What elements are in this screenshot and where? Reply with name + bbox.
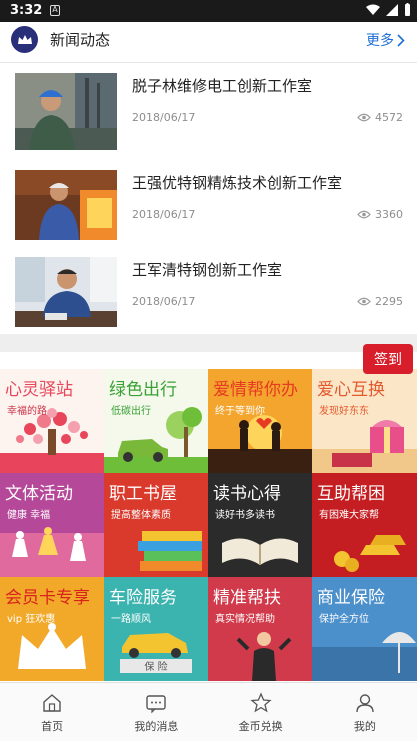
crown-logo-icon [11, 26, 38, 53]
user-icon [356, 694, 374, 713]
nav-item-home[interactable]: 首页 [0, 683, 104, 741]
svg-text:保 险: 保 险 [144, 660, 167, 673]
message-icon [146, 695, 167, 714]
nav-item-profile[interactable]: 我的 [313, 683, 417, 741]
more-label: 更多 [366, 33, 394, 49]
news-views: 2295 [357, 295, 403, 308]
news-date: 2018/06/17 [132, 111, 196, 124]
news-thumbnail [15, 170, 117, 240]
tile-worker-library[interactable]: 职工书屋 提高整体素质 [104, 473, 208, 577]
news-header: 新闻动态 更多 [0, 22, 417, 62]
tile-reading-notes[interactable]: 读书心得 读好书多读书 [208, 473, 312, 577]
tile-title: 车险服务 [109, 588, 177, 608]
tile-subtitle: 有困难大家帮 [319, 510, 379, 521]
tile-green-travel[interactable]: 绿色出行 低碳出行 [104, 369, 208, 473]
nav-label: 我的 [353, 720, 376, 733]
divider [0, 62, 417, 63]
tile-title: 文体活动 [5, 484, 73, 504]
tile-subtitle: 终于等到你 [215, 406, 265, 417]
tile-subtitle: 低碳出行 [111, 406, 151, 417]
tile-title: 绿色出行 [109, 380, 177, 400]
tile-member-card[interactable]: 会员卡专享 vip 狂欢惠 [0, 577, 104, 681]
news-item[interactable]: 王军清特钢创新工作室 2018/06/17 2295 [0, 257, 417, 344]
star-icon [250, 692, 272, 713]
tile-subtitle: 真实情况帮助 [215, 614, 275, 625]
eye-icon [357, 297, 371, 306]
tile-subtitle: 保护全方位 [319, 614, 369, 625]
tile-subtitle: 一路顺风 [111, 614, 151, 625]
news-section-title: 新闻动态 [50, 31, 111, 49]
view-count: 2295 [375, 295, 403, 308]
more-link[interactable]: 更多 [366, 30, 405, 50]
notification-icon: A [50, 5, 60, 16]
tile-subtitle: 健康 幸福 [7, 510, 51, 521]
tile-title: 互助帮困 [317, 484, 385, 504]
tile-sports-culture[interactable]: 文体活动 健康 幸福 [0, 473, 104, 577]
tile-title: 会员卡专享 [5, 588, 90, 608]
news-date: 2018/06/17 [132, 208, 196, 221]
tile-precise-assistance[interactable]: 精准帮扶 真实情况帮助 [208, 577, 312, 681]
tile-love-help[interactable]: 爱情帮你办 终于等到你 [208, 369, 312, 473]
status-time: 3:32 [10, 3, 43, 18]
tile-heart-station[interactable]: 心灵驿站 幸福的路 [0, 369, 104, 473]
tile-title: 精准帮扶 [213, 588, 281, 608]
news-item-title: 脱子林维修电工创新工作室 [132, 77, 313, 95]
tile-title: 职工书屋 [109, 484, 177, 504]
tile-title: 读书心得 [213, 484, 281, 504]
nav-label: 金币兑换 [238, 720, 283, 733]
tile-subtitle: 提高整体素质 [111, 510, 171, 521]
tile-subtitle: 发现好东东 [319, 406, 369, 417]
status-icons [366, 3, 411, 16]
view-count: 4572 [375, 111, 403, 124]
tile-subtitle: 读好书多读书 [215, 510, 275, 521]
bottom-nav: 首页 我的消息 金币兑换 我的 [0, 682, 417, 741]
news-item[interactable]: 王强优特钢精炼技术创新工作室 2018/06/17 3360 [0, 170, 417, 257]
eye-icon [357, 210, 371, 219]
news-item[interactable]: 脱子林维修电工创新工作室 2018/06/17 4572 [0, 73, 417, 160]
service-grid: 心灵驿站 幸福的路 绿色出行 低碳出行 爱情帮你办 终于等到你 爱心互换 发现好… [0, 352, 417, 682]
news-date: 2018/06/17 [132, 295, 196, 308]
section-divider [0, 334, 417, 352]
news-thumbnail [15, 257, 117, 327]
tile-car-insurance[interactable]: 保 险 车险服务 一路顺风 [104, 577, 208, 681]
news-thumbnail [15, 73, 117, 150]
tile-subtitle: 幸福的路 [7, 406, 47, 417]
signin-button[interactable]: 签到 [363, 344, 413, 374]
tile-title: 心灵驿站 [5, 380, 73, 400]
view-count: 3360 [375, 208, 403, 221]
nav-item-messages[interactable]: 我的消息 [104, 683, 208, 741]
nav-label: 首页 [41, 720, 64, 733]
tile-title: 爱心互换 [317, 380, 385, 400]
battery-icon [405, 3, 410, 16]
news-item-title: 王强优特钢精炼技术创新工作室 [132, 174, 343, 192]
tile-mutual-aid[interactable]: 互助帮困 有困难大家帮 [312, 473, 417, 577]
nav-label: 我的消息 [134, 720, 179, 733]
eye-icon [357, 113, 371, 122]
home-icon [43, 694, 61, 712]
news-views: 4572 [357, 111, 403, 124]
status-bar: 3:32 A [0, 0, 417, 22]
tile-title: 商业保险 [317, 588, 385, 608]
news-item-title: 王军清特钢创新工作室 [132, 261, 283, 279]
tile-title: 爱情帮你办 [213, 380, 298, 400]
tile-love-exchange[interactable]: 爱心互换 发现好东东 [312, 369, 417, 473]
chevron-right-icon [397, 33, 405, 47]
tile-subtitle: vip 狂欢惠 [7, 614, 56, 625]
wifi-icon [366, 4, 380, 15]
tile-commercial-insurance[interactable]: 商业保险 保护全方位 [312, 577, 417, 681]
nav-item-coin-exchange[interactable]: 金币兑换 [209, 683, 313, 741]
news-views: 3360 [357, 208, 403, 221]
signal-icon [386, 3, 398, 16]
